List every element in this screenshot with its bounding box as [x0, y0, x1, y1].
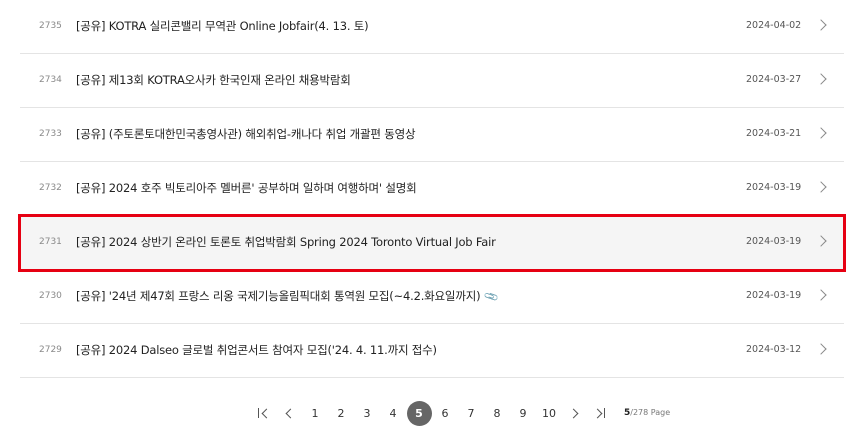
item-date: 2024-03-27	[746, 74, 802, 85]
item-number: 2732	[39, 183, 62, 193]
next-page-icon[interactable]	[562, 400, 588, 426]
item-title[interactable]: [공유] 2024 Dalseo 글로벌 취업콘서트 참여자 모집('24. 4…	[76, 324, 437, 376]
item-date: 2024-03-19	[746, 182, 802, 193]
page-link[interactable]: 1	[302, 400, 328, 426]
page-link[interactable]: 9	[510, 400, 536, 426]
page-link-current[interactable]: 5	[406, 400, 432, 426]
item-number: 2730	[39, 291, 62, 301]
page-link[interactable]: 2	[328, 400, 354, 426]
page-link[interactable]: 3	[354, 400, 380, 426]
item-title[interactable]: [공유] '24년 제47회 프랑스 리옹 국제기능올림픽대회 통역원 모집(~…	[76, 289, 481, 303]
item-date: 2024-04-02	[746, 20, 802, 31]
item-date: 2024-03-19	[746, 290, 802, 301]
item-title-wrap[interactable]: [공유] '24년 제47회 프랑스 리옹 국제기능올림픽대회 통역원 모집(~…	[76, 270, 500, 324]
item-title[interactable]: [공유] (주토론토대한민국총영사관) 해외취업-캐나다 취업 개괄편 동영상	[76, 108, 416, 160]
item-title[interactable]: [공유] KOTRA 실리콘밸리 무역관 Online Jobfair(4. 1…	[76, 0, 369, 52]
chevron-right-icon[interactable]	[815, 235, 827, 247]
item-date: 2024-03-19	[746, 236, 802, 247]
list-item[interactable]: 2730 [공유] '24년 제47회 프랑스 리옹 국제기능올림픽대회 통역원…	[20, 270, 844, 324]
item-number: 2735	[39, 21, 62, 31]
list-item[interactable]: 2734 [공유] 제13회 KOTRA오사카 한국인재 온라인 채용박람회 2…	[20, 54, 844, 108]
list-item-highlighted[interactable]: 2731 [공유] 2024 상반기 온라인 토론토 취업박람회 Spring …	[18, 214, 846, 272]
item-date: 2024-03-12	[746, 344, 802, 355]
page-indicator: 5/278 Page	[624, 408, 670, 418]
item-number: 2733	[39, 129, 62, 139]
item-title[interactable]: [공유] 제13회 KOTRA오사카 한국인재 온라인 채용박람회	[76, 54, 351, 106]
list-item[interactable]: 2729 [공유] 2024 Dalseo 글로벌 취업콘서트 참여자 모집('…	[20, 324, 844, 378]
item-number: 2729	[39, 345, 62, 355]
notice-list: 2735 [공유] KOTRA 실리콘밸리 무역관 Online Jobfair…	[18, 0, 846, 378]
list-item[interactable]: 2733 [공유] (주토론토대한민국총영사관) 해외취업-캐나다 취업 개괄편…	[20, 108, 844, 162]
item-number: 2734	[39, 75, 62, 85]
total-pages: /278 Page	[630, 408, 671, 417]
item-date: 2024-03-21	[746, 128, 802, 139]
page-link[interactable]: 10	[536, 400, 562, 426]
page-link[interactable]: 4	[380, 400, 406, 426]
chevron-right-icon[interactable]	[815, 19, 827, 31]
list-item[interactable]: 2735 [공유] KOTRA 실리콘밸리 무역관 Online Jobfair…	[20, 0, 844, 54]
pagination: 1 2 3 4 5 6 7 8 9 10 5/278 Page	[250, 400, 670, 426]
page-link[interactable]: 7	[458, 400, 484, 426]
chevron-right-icon[interactable]	[815, 127, 827, 139]
page-link[interactable]: 8	[484, 400, 510, 426]
page-link[interactable]: 6	[432, 400, 458, 426]
item-title[interactable]: [공유] 2024 상반기 온라인 토론토 취업박람회 Spring 2024 …	[76, 216, 496, 268]
list-item[interactable]: 2732 [공유] 2024 호주 빅토리아주 멜버른' 공부하며 일하며 여행…	[20, 162, 844, 216]
last-page-icon[interactable]	[588, 400, 614, 426]
chevron-right-icon[interactable]	[815, 73, 827, 85]
chevron-right-icon[interactable]	[815, 343, 827, 355]
first-page-icon[interactable]	[250, 400, 276, 426]
prev-page-icon[interactable]	[276, 400, 302, 426]
item-number: 2731	[39, 237, 62, 247]
chevron-right-icon[interactable]	[815, 289, 827, 301]
chevron-right-icon[interactable]	[815, 181, 827, 193]
item-title[interactable]: [공유] 2024 호주 빅토리아주 멜버른' 공부하며 일하며 여행하며' 설…	[76, 162, 417, 214]
